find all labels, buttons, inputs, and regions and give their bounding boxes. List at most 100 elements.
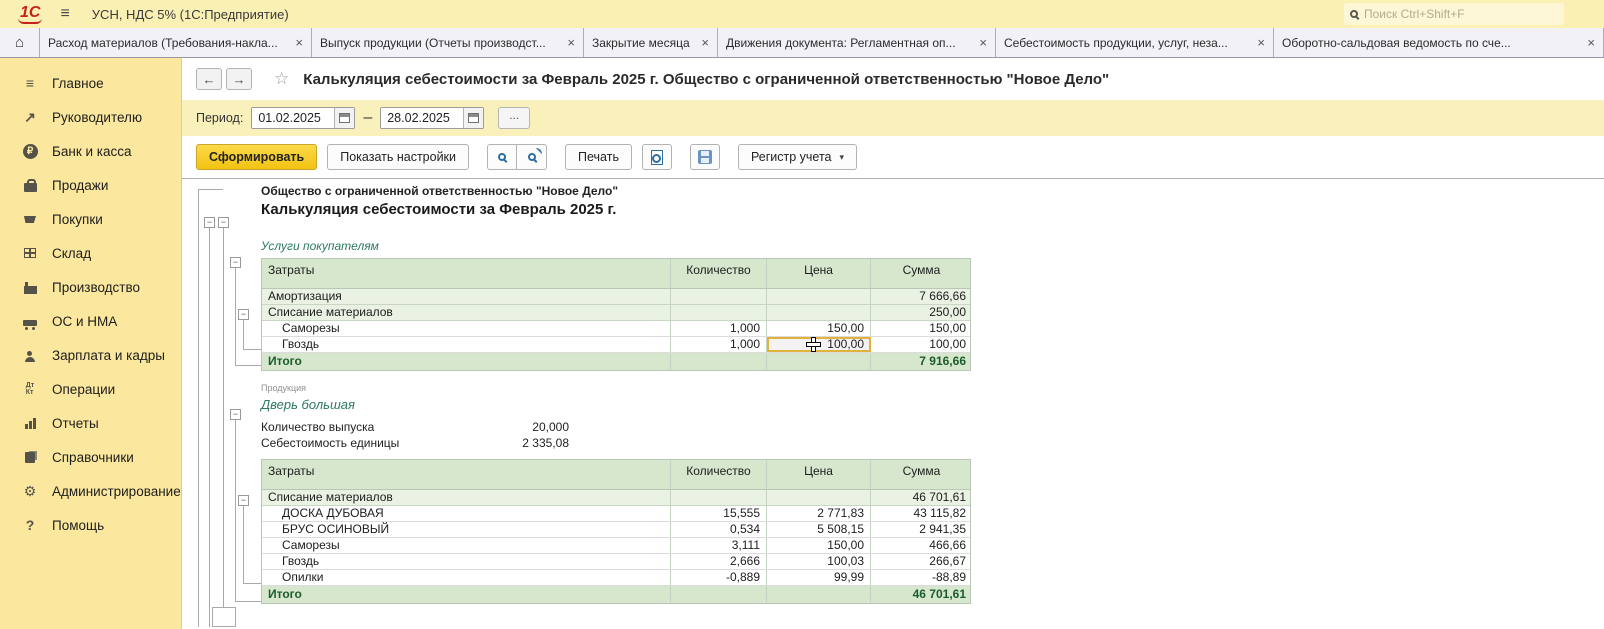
tree-line: [243, 320, 244, 349]
collapse-toggle[interactable]: −: [218, 217, 229, 228]
register-dropdown-button[interactable]: Регистр учета ▾: [738, 144, 857, 170]
sidebar-item-otchety[interactable]: Отчеты: [0, 406, 181, 440]
global-search-input[interactable]: [1364, 7, 1544, 21]
person-icon: [18, 349, 42, 362]
calendar-button[interactable]: [463, 108, 483, 128]
calendar-icon: [468, 113, 479, 123]
table-row[interactable]: Гвоздь 2,666 100,03 266,67: [262, 554, 970, 570]
sidebar-item-bank-i-kassa[interactable]: ₽ Банк и касса: [0, 134, 181, 168]
table-row[interactable]: Саморезы 1,000 150,00 150,00: [262, 321, 970, 337]
collapse-toggle[interactable]: −: [230, 409, 241, 420]
bar-chart-icon: [18, 418, 42, 429]
collapse-toggle[interactable]: −: [238, 309, 249, 320]
sidebar-item-spravochniki[interactable]: Справочники: [0, 440, 181, 474]
period-from-input[interactable]: [252, 108, 334, 128]
favorite-star-icon[interactable]: ☆: [274, 69, 289, 89]
factory-icon: [18, 281, 42, 294]
selected-cell[interactable]: 100,00: [767, 337, 871, 352]
tree-line: [243, 506, 244, 583]
period-row: Период: – ...: [182, 100, 1604, 136]
tab-close-icon[interactable]: ×: [701, 35, 709, 50]
report-body: Общество с ограниченной ответственностью…: [261, 179, 1021, 218]
sidebar-item-prodazhi[interactable]: Продажи: [0, 168, 181, 202]
cursor-crosshair-icon: [807, 338, 820, 351]
table-row[interactable]: БРУС ОСИНОВЫЙ 0,534 5 508,15 2 941,35: [262, 522, 970, 538]
period-to-input[interactable]: [381, 108, 463, 128]
save-button[interactable]: [690, 144, 720, 170]
table-row[interactable]: Саморезы 3,111 150,00 466,66: [262, 538, 970, 554]
main-menu-icon[interactable]: ≡: [60, 5, 69, 23]
tree-line: [235, 268, 236, 365]
find-button[interactable]: [487, 144, 517, 170]
books-icon: [18, 452, 42, 463]
sidebar-item-os-i-nma[interactable]: ОС и НМА: [0, 304, 181, 338]
table-row[interactable]: Списание материалов 46 701,61: [262, 490, 970, 506]
tree-line: [243, 349, 261, 350]
tab-oborotno-saldovaya[interactable]: Оборотно-сальдовая ведомость по сче... ×: [1274, 28, 1604, 57]
table-row[interactable]: Опилки -0,889 99,99 -88,89: [262, 570, 970, 586]
gear-icon: ⚙: [18, 483, 42, 500]
report-header-row: ← → ☆ Калькуляция себестоимости за Февра…: [182, 58, 1604, 100]
tab-home[interactable]: ⌂: [0, 28, 40, 57]
sidebar-item-administrirovanie[interactable]: ⚙ Администрирование: [0, 474, 181, 508]
period-more-button[interactable]: ...: [498, 107, 530, 129]
table-row[interactable]: ДОСКА ДУБОВАЯ 15,555 2 771,83 43 115,82: [262, 506, 970, 522]
print-preview-button[interactable]: [642, 144, 672, 170]
tab-close-icon[interactable]: ×: [1257, 35, 1265, 50]
tab-rashod-materialov[interactable]: Расход материалов (Требования-накла... ×: [40, 28, 312, 57]
help-icon: ?: [18, 517, 42, 533]
collapse-toggle[interactable]: −: [230, 257, 241, 268]
stat-row: Себестоимость единицы 2 335,08: [261, 435, 569, 451]
sidebar-item-sklad[interactable]: Склад: [0, 236, 181, 270]
forward-button[interactable]: →: [226, 68, 252, 90]
group-label-services[interactable]: Услуги покупателям: [261, 239, 379, 253]
table-header-row: Затраты Количество Цена Сумма: [262, 259, 970, 289]
find-next-button[interactable]: [517, 144, 547, 170]
tab-sebestoimost[interactable]: Себестоимость продукции, услуг, неза... …: [996, 28, 1274, 57]
tab-zakrytie-mesyaca[interactable]: Закрытие месяца ×: [584, 28, 718, 57]
sidebar-item-glavnoe[interactable]: ≡ Главное: [0, 66, 181, 100]
sidebar-item-zarplata-i-kadry[interactable]: Зарплата и кадры: [0, 338, 181, 372]
tab-dvizheniya-dokumenta[interactable]: Движения документа: Регламентная оп... ×: [718, 28, 996, 57]
print-button[interactable]: Печать: [565, 144, 632, 170]
save-floppy-icon: [698, 150, 712, 164]
global-search[interactable]: [1344, 3, 1564, 25]
table-row[interactable]: Гвоздь 1,000 100,00 100,00: [262, 337, 970, 353]
tab-close-icon[interactable]: ×: [1587, 35, 1595, 50]
tree-line: [235, 420, 236, 601]
product-cost-table: Затраты Количество Цена Сумма Списание м…: [261, 459, 971, 604]
sidebar-item-rukovoditelyu[interactable]: ↗ Руководителю: [0, 100, 181, 134]
table-row[interactable]: Списание материалов 250,00: [262, 305, 970, 321]
collapse-toggle[interactable]: −: [204, 217, 215, 228]
warehouse-grid-icon: [18, 248, 42, 258]
period-dash: –: [363, 109, 372, 127]
tree-line: [209, 228, 210, 627]
calendar-button[interactable]: [334, 108, 354, 128]
product-name[interactable]: Дверь большая: [261, 397, 355, 412]
page-title: Калькуляция себестоимости за Февраль 202…: [303, 71, 1109, 88]
sidebar-item-pokupki[interactable]: Покупки: [0, 202, 181, 236]
truck-icon: [18, 317, 42, 326]
collapse-toggle[interactable]: −: [238, 495, 249, 506]
search-icon: [498, 153, 506, 161]
menu-icon: ≡: [18, 75, 42, 91]
tab-close-icon[interactable]: ×: [295, 35, 303, 50]
chevron-down-icon: ▾: [840, 152, 845, 163]
collapse-toggle[interactable]: [212, 607, 236, 627]
tab-close-icon[interactable]: ×: [979, 35, 987, 50]
report-title: Калькуляция себестоимости за Февраль 202…: [261, 201, 1021, 218]
sidebar-item-pomosch[interactable]: ? Помощь: [0, 508, 181, 542]
sidebar-item-operacii[interactable]: Дт Кт Операции: [0, 372, 181, 406]
sidebar-item-proizvodstvo[interactable]: Производство: [0, 270, 181, 304]
tree-line: [235, 601, 261, 602]
tab-vypusk-produkcii[interactable]: Выпуск продукции (Отчеты производст... ×: [312, 28, 584, 57]
table-header-row: Затраты Количество Цена Сумма: [262, 460, 970, 490]
back-button[interactable]: ←: [196, 68, 222, 90]
ruble-circle-icon: ₽: [18, 144, 42, 159]
table-total-row[interactable]: Итого 7 916,66: [262, 353, 970, 370]
table-total-row[interactable]: Итого 46 701,61: [262, 586, 970, 603]
table-row[interactable]: Амортизация 7 666,66: [262, 289, 970, 305]
tab-close-icon[interactable]: ×: [567, 35, 575, 50]
generate-button[interactable]: Сформировать: [196, 144, 317, 170]
show-settings-button[interactable]: Показать настройки: [327, 144, 469, 170]
